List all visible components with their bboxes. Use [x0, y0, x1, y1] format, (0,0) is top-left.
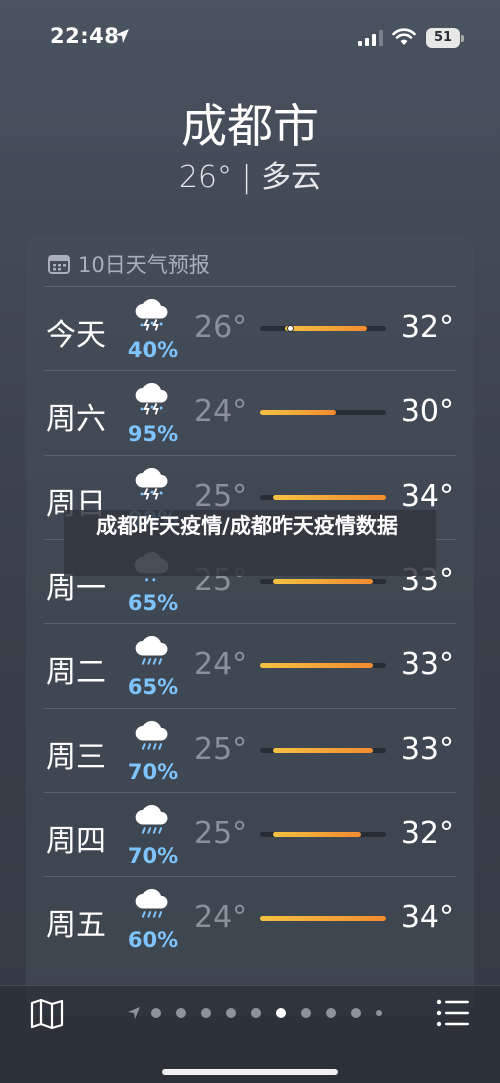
cellular-signal-icon [358, 30, 383, 46]
day-label: 周四 [46, 823, 106, 859]
page-dot[interactable] [226, 1008, 236, 1018]
row-divider [44, 286, 456, 287]
low-temp: 24° [194, 394, 248, 430]
rain-icon [135, 720, 168, 750]
temp-range-track [260, 494, 386, 500]
low-temp: 25° [194, 815, 248, 851]
temp-range-track [260, 916, 386, 922]
battery-icon: 51 [426, 28, 460, 48]
page-dot[interactable] [151, 1008, 161, 1018]
thunderstorm-icon [135, 298, 168, 331]
page-dot[interactable] [251, 1008, 261, 1018]
page-dot[interactable] [176, 1008, 186, 1018]
status-bar: 22:48 51 [0, 0, 500, 70]
forecast-row[interactable]: 周四 70% 25° 32° [26, 791, 474, 876]
temp-range-track [260, 831, 386, 837]
forecast-row[interactable]: 周三 70% 25° 33° [26, 707, 474, 792]
status-time: 22:48 [50, 24, 120, 48]
day-label: 周二 [46, 655, 106, 691]
high-temp: 32° [400, 310, 454, 345]
battery-nub [461, 35, 464, 42]
forecast-row[interactable]: 周六 95% 24° 30° [26, 370, 474, 454]
temp-range-track [260, 578, 386, 584]
temp-range-fill [260, 916, 386, 922]
forecast-row[interactable]: 今天 40% 26° 32° [26, 286, 474, 370]
temp-range-fill [272, 831, 361, 837]
rain-icon [135, 804, 168, 834]
page-dot[interactable] [326, 1008, 336, 1018]
row-divider [44, 791, 456, 793]
precip-chance: 60% [127, 928, 179, 953]
ten-day-forecast-card[interactable]: 10日天气预报 今天40%26°32°周六95%24°30°周日90%25°34… [26, 236, 474, 1016]
row-divider [44, 707, 456, 709]
high-temp: 33° [400, 647, 454, 683]
page-dot[interactable] [301, 1008, 311, 1018]
page-indicator[interactable] [126, 1005, 397, 1021]
day-label: 周五 [46, 908, 106, 944]
list-icon[interactable] [436, 998, 470, 1028]
home-indicator[interactable] [162, 1069, 338, 1075]
forecast-title: 10日天气预报 [78, 253, 210, 277]
battery-level: 51 [433, 30, 453, 45]
page-dot[interactable] [351, 1008, 361, 1018]
temp-range-fill [285, 326, 368, 331]
city-name: 成都市 [181, 99, 319, 153]
low-temp: 25° [194, 731, 248, 767]
location-arrow-icon[interactable] [126, 1005, 142, 1021]
page-dot[interactable] [276, 1008, 286, 1018]
forecast-row[interactable]: 周二 65% 24° 33° [26, 623, 474, 707]
rain-icon [135, 636, 168, 665]
low-temp: 24° [194, 647, 248, 683]
precip-chance: 40% [127, 338, 179, 362]
wifi-icon [392, 28, 416, 45]
temp-range-track [260, 410, 386, 416]
thunderstorm-icon [135, 383, 168, 415]
low-temp: 24° [194, 900, 248, 936]
current-summary: 26° | 多云 [178, 160, 322, 195]
temp-range-track [260, 747, 386, 753]
precip-chance: 65% [127, 590, 179, 615]
temp-range-fill [272, 747, 374, 753]
page-dot[interactable] [376, 1010, 382, 1016]
precip-chance: 65% [127, 675, 179, 700]
map-icon[interactable] [30, 998, 64, 1030]
day-label: 周三 [46, 739, 106, 775]
temp-range-fill [260, 663, 374, 669]
high-temp: 32° [400, 815, 454, 851]
forecast-row[interactable]: 周五 60% 24° 34° [26, 876, 474, 960]
temp-range-fill [260, 410, 336, 416]
precip-chance: 95% [127, 422, 179, 447]
forecast-header: 10日天气预报 [48, 244, 210, 284]
overlay-caption: 成都昨天疫情/成都昨天疫情数据 [96, 514, 398, 538]
low-temp: 26° [194, 310, 248, 345]
temp-range-track [260, 325, 386, 332]
row-divider [44, 454, 456, 456]
temp-range-track [260, 663, 386, 669]
row-divider [44, 623, 456, 625]
rain-icon [135, 889, 168, 918]
high-temp: 33° [400, 731, 454, 767]
low-temp: 25° [194, 478, 248, 514]
temp-range-fill [272, 578, 374, 584]
high-temp: 34° [400, 900, 454, 936]
precip-chance: 70% [127, 843, 179, 868]
day-label: 周六 [46, 402, 106, 438]
day-label: 今天 [46, 318, 106, 353]
high-temp: 34° [400, 478, 454, 514]
location-arrow-icon [115, 29, 129, 43]
row-divider [44, 370, 456, 372]
precip-chance: 70% [127, 759, 179, 784]
row-divider [44, 876, 456, 878]
calendar-icon [48, 255, 70, 274]
page-dot[interactable] [201, 1008, 211, 1018]
temp-range-fill [272, 494, 386, 500]
thunderstorm-icon [135, 467, 168, 500]
high-temp: 30° [400, 394, 454, 430]
